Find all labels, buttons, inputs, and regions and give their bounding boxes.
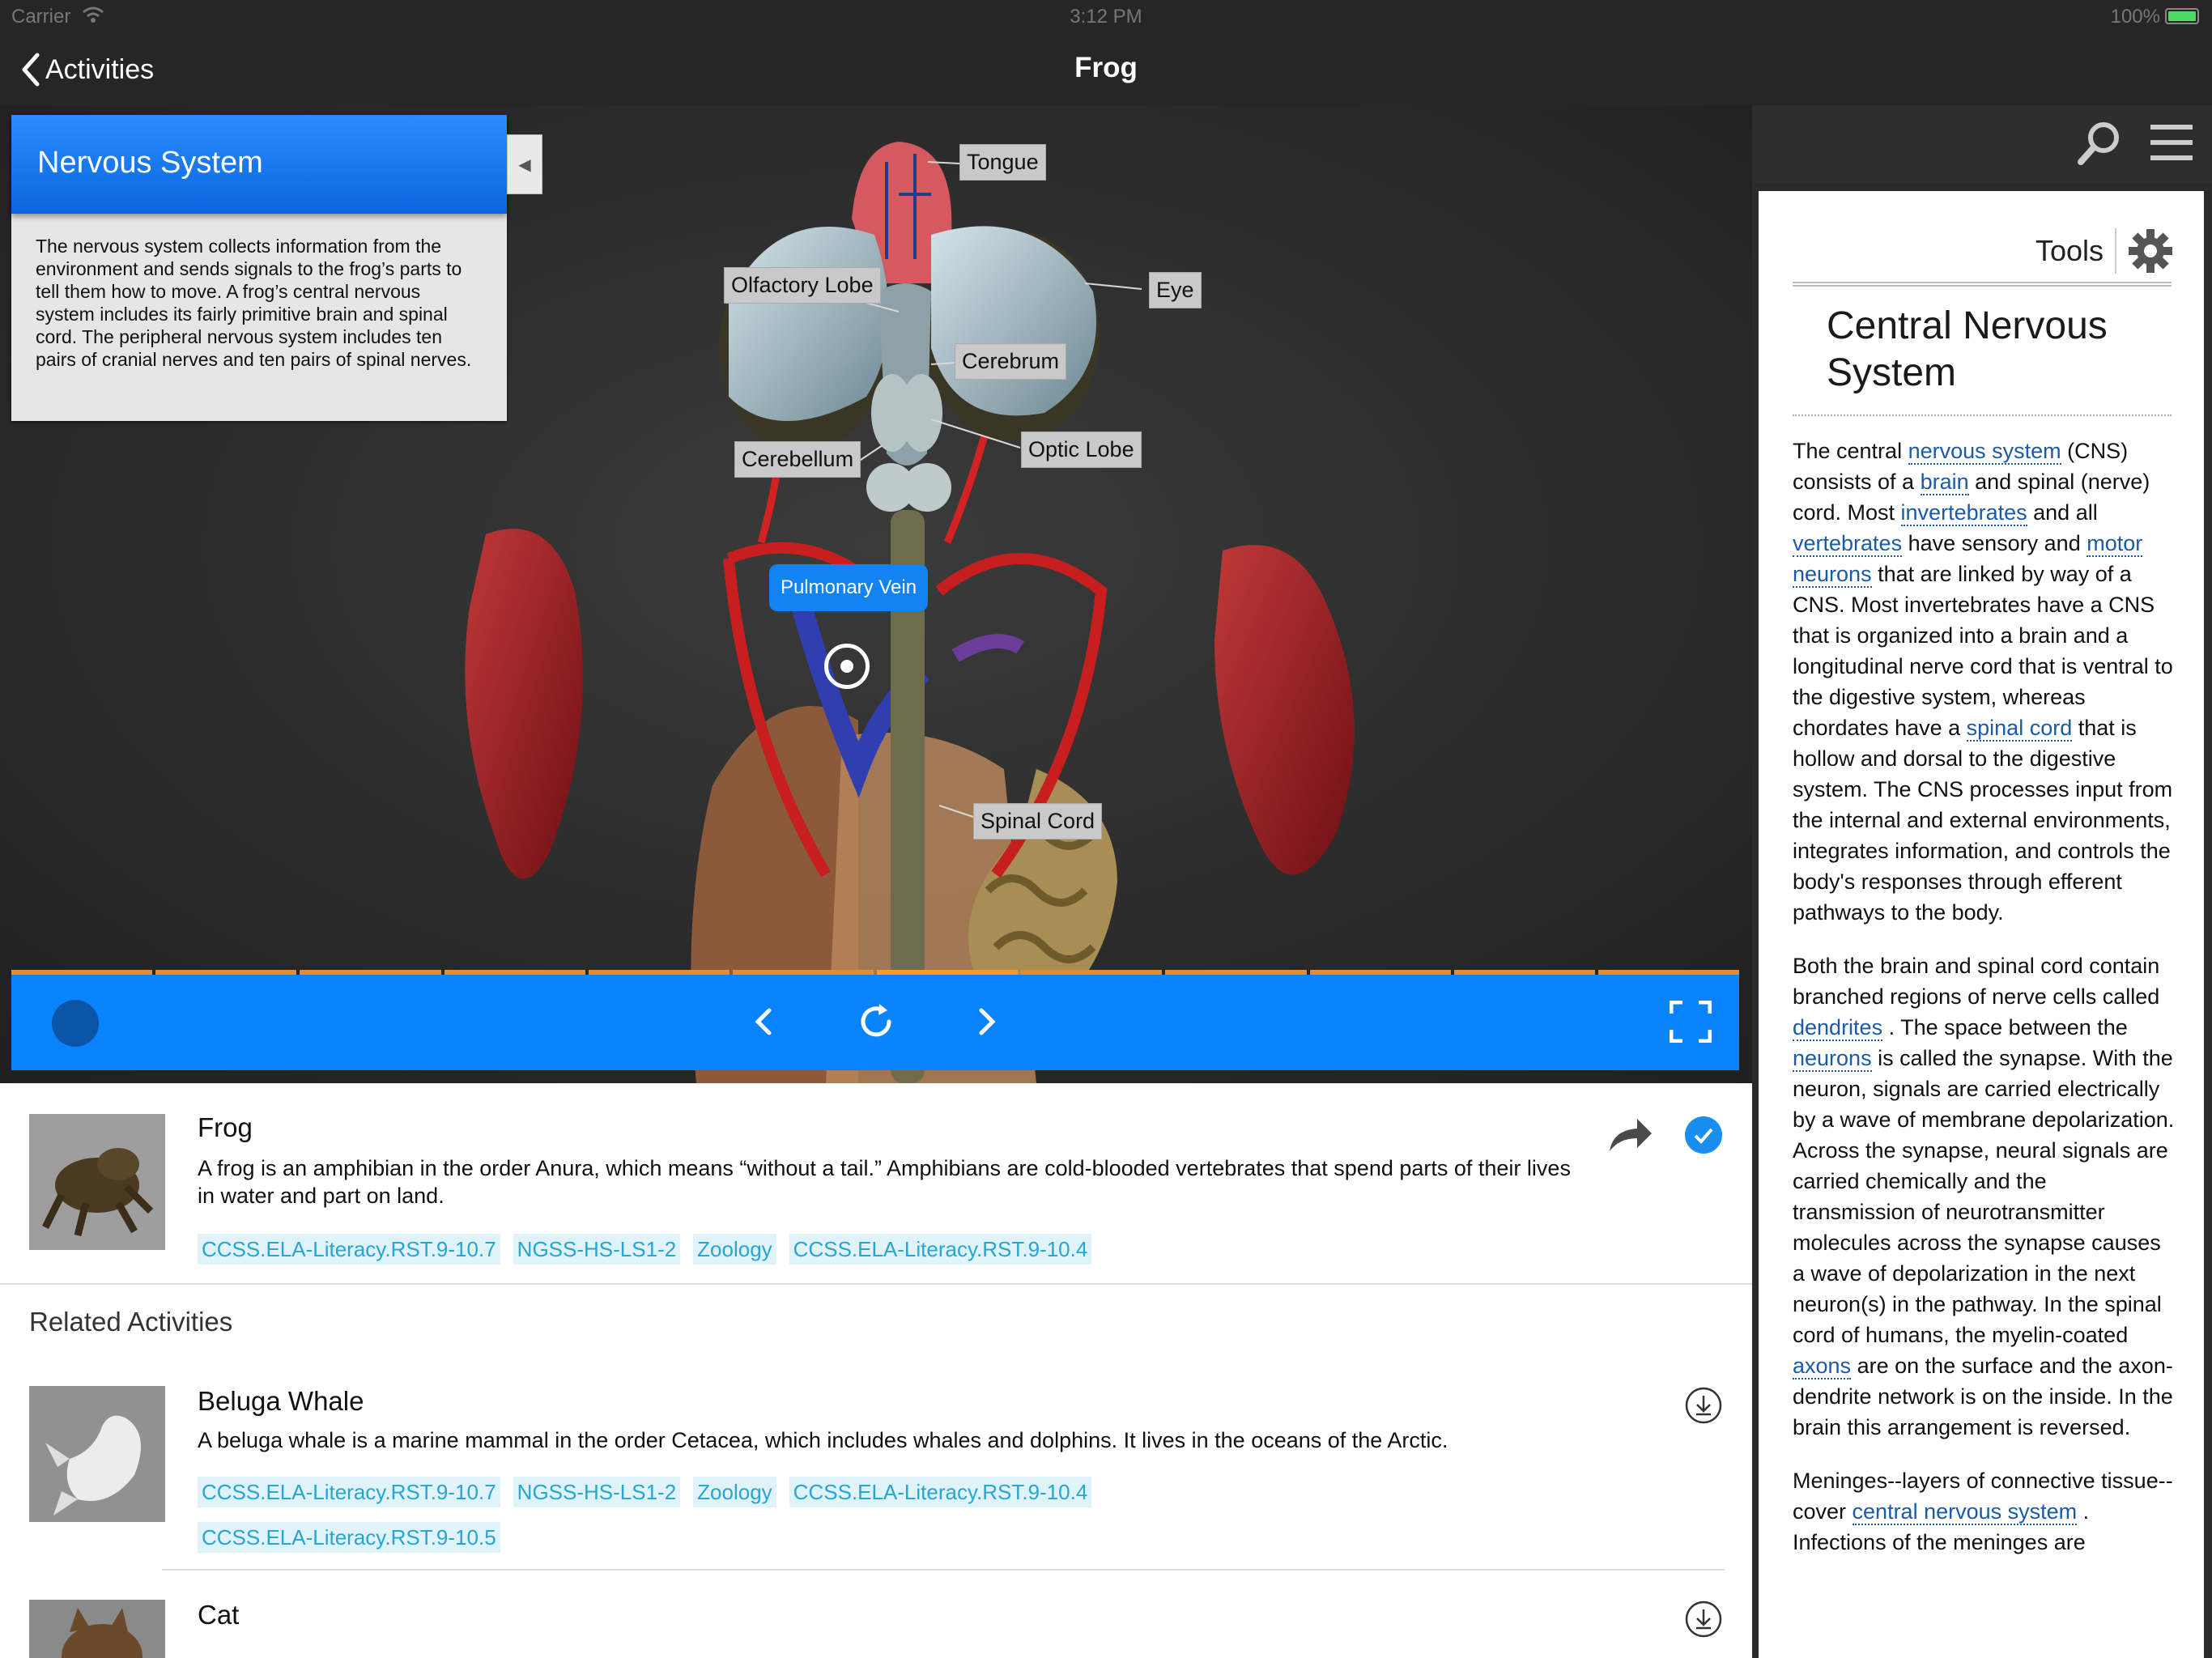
activity-description: A frog is an amphibian in the order Anur…	[198, 1156, 1571, 1208]
tools-label[interactable]: Tools	[2035, 234, 2104, 268]
battery-percent: 100%	[2110, 6, 2160, 28]
label-olfactory-lobe[interactable]: Olfactory Lobe	[724, 267, 881, 304]
tools-row: Tools	[1793, 222, 2173, 280]
article-text: . The space between the	[1882, 1015, 2128, 1039]
checkmark-icon[interactable]	[1684, 1116, 1723, 1154]
battery-icon	[2165, 8, 2199, 24]
glossary-link[interactable]: axons	[1793, 1354, 1852, 1380]
page-title: Frog	[1074, 52, 1138, 83]
info-panel-text: The nervous system collects information …	[36, 236, 472, 370]
article-text: and all	[2027, 500, 2098, 525]
tag-chip[interactable]: Zoology	[693, 1234, 776, 1265]
activity-details: Frog A frog is an amphibian in the order…	[0, 1083, 1752, 1658]
label-spinal-cord[interactable]: Spinal Cord	[973, 803, 1103, 840]
article-paragraph: Both the brain and spinal cord contain b…	[1793, 950, 2175, 1443]
chevron-right-icon	[979, 1008, 996, 1035]
activity-description: A beluga whale is a marine mammal in the…	[198, 1428, 1448, 1452]
activity-title[interactable]: Cat	[198, 1600, 239, 1630]
share-icon[interactable]	[1608, 1116, 1653, 1154]
chevron-left-icon	[755, 1008, 772, 1035]
activity-title[interactable]: Beluga Whale	[198, 1386, 364, 1417]
label-pulmonary-vein[interactable]: Pulmonary Vein	[769, 564, 928, 611]
divider	[2115, 228, 2116, 274]
tag-list: CCSS.ELA-Literacy.RST.9-10.7 NGSS-HS-LS1-…	[198, 1234, 1412, 1265]
tag-chip[interactable]: CCSS.ELA-Literacy.RST.9-10.7	[198, 1234, 500, 1265]
article-text: have sensory and	[1902, 531, 2087, 555]
next-step-button[interactable]	[960, 996, 1012, 1048]
fullscreen-button[interactable]	[1665, 996, 1716, 1048]
clock: 3:12 PM	[1070, 6, 1142, 28]
related-heading: Related Activities	[29, 1307, 233, 1337]
beluga-thumbnail	[29, 1386, 165, 1522]
label-tongue[interactable]: Tongue	[959, 144, 1046, 181]
article-text: is called the synapse. With the neuron, …	[1793, 1046, 2175, 1347]
article-paragraph: The central nervous system (CNS) consist…	[1793, 436, 2175, 928]
label-eye[interactable]: Eye	[1149, 272, 1202, 308]
article-title: Central Nervous System	[1827, 304, 2108, 394]
search-icon[interactable]	[2076, 118, 2125, 167]
download-icon[interactable]	[1684, 1600, 1723, 1639]
glossary-link[interactable]: brain	[1920, 470, 1969, 495]
divider	[1793, 414, 2172, 416]
model-viewer[interactable]: Tongue Olfactory Lobe Eye Cerebrum Cereb…	[0, 105, 1752, 1083]
replay-button[interactable]	[850, 996, 902, 1048]
reference-panel: Tools Central Nervous System The central…	[1759, 191, 2204, 1658]
cat-thumbnail	[29, 1600, 165, 1658]
right-toolbar	[1752, 105, 2212, 183]
info-panel: Nervous System The nervous system collec…	[11, 115, 507, 421]
glossary-link[interactable]: spinal cord	[1966, 716, 2073, 742]
divider	[1793, 282, 2172, 287]
status-bar: Carrier 3:12 PM 100%	[0, 0, 2212, 32]
article-text: The central	[1793, 439, 1908, 463]
divider	[162, 1569, 1725, 1571]
activity-title[interactable]: Frog	[198, 1112, 253, 1143]
label-cerebrum[interactable]: Cerebrum	[955, 343, 1067, 380]
glossary-link[interactable]: vertebrates	[1793, 531, 1903, 557]
expand-icon	[1670, 1001, 1712, 1043]
tag-list: CCSS.ELA-Literacy.RST.9-10.7 NGSS-HS-LS1-…	[198, 1477, 1121, 1553]
tag-chip[interactable]: Zoology	[693, 1477, 776, 1507]
article-paragraph: Meninges--layers of connective tissue--c…	[1793, 1465, 2175, 1558]
tag-chip[interactable]: CCSS.ELA-Literacy.RST.9-10.4	[789, 1477, 1092, 1507]
app-root: Carrier 3:12 PM 100% Activities Frog Ton…	[0, 0, 2212, 1658]
tag-chip[interactable]: NGSS-HS-LS1-2	[513, 1477, 681, 1507]
glossary-link[interactable]: invertebrates	[1900, 500, 2027, 526]
gear-icon[interactable]	[2128, 228, 2173, 274]
target-reticle-icon[interactable]	[824, 644, 870, 689]
frog-thumbnail	[29, 1114, 165, 1250]
navigation-bar: Activities Frog	[0, 32, 2212, 105]
previous-step-button[interactable]	[738, 996, 790, 1048]
player-bar	[11, 975, 1739, 1070]
tag-chip[interactable]: NGSS-HS-LS1-2	[513, 1234, 681, 1265]
refresh-icon	[861, 1004, 891, 1037]
article-text: that is hollow and dorsal to the digesti…	[1793, 716, 2173, 925]
article-body: The central nervous system (CNS) consist…	[1793, 436, 2175, 1580]
glossary-link[interactable]: nervous system	[1908, 439, 2061, 465]
glossary-link[interactable]: dendrites	[1793, 1015, 1883, 1041]
menu-icon[interactable]	[2149, 120, 2194, 165]
article-text: that are linked by way of a CNS. Most in…	[1793, 562, 2173, 740]
triangle-left-icon: ◀	[518, 155, 531, 174]
tag-chip[interactable]: CCSS.ELA-Literacy.RST.9-10.5	[198, 1522, 500, 1553]
info-panel-title: Nervous System	[11, 115, 507, 214]
tag-chip[interactable]: CCSS.ELA-Literacy.RST.9-10.4	[789, 1234, 1092, 1265]
divider	[0, 1283, 1752, 1285]
label-cerebellum[interactable]: Cerebellum	[734, 441, 861, 478]
download-icon[interactable]	[1684, 1386, 1723, 1425]
record-dot-icon[interactable]	[52, 1000, 99, 1047]
glossary-link[interactable]: neurons	[1793, 1046, 1872, 1072]
tag-chip[interactable]: CCSS.ELA-Literacy.RST.9-10.7	[198, 1477, 500, 1507]
glossary-link[interactable]: central nervous system	[1852, 1499, 2078, 1525]
article-text: Both the brain and spinal cord contain b…	[1793, 954, 2160, 1009]
label-optic-lobe[interactable]: Optic Lobe	[1021, 432, 1142, 468]
collapse-panel-button[interactable]: ◀	[507, 134, 542, 194]
